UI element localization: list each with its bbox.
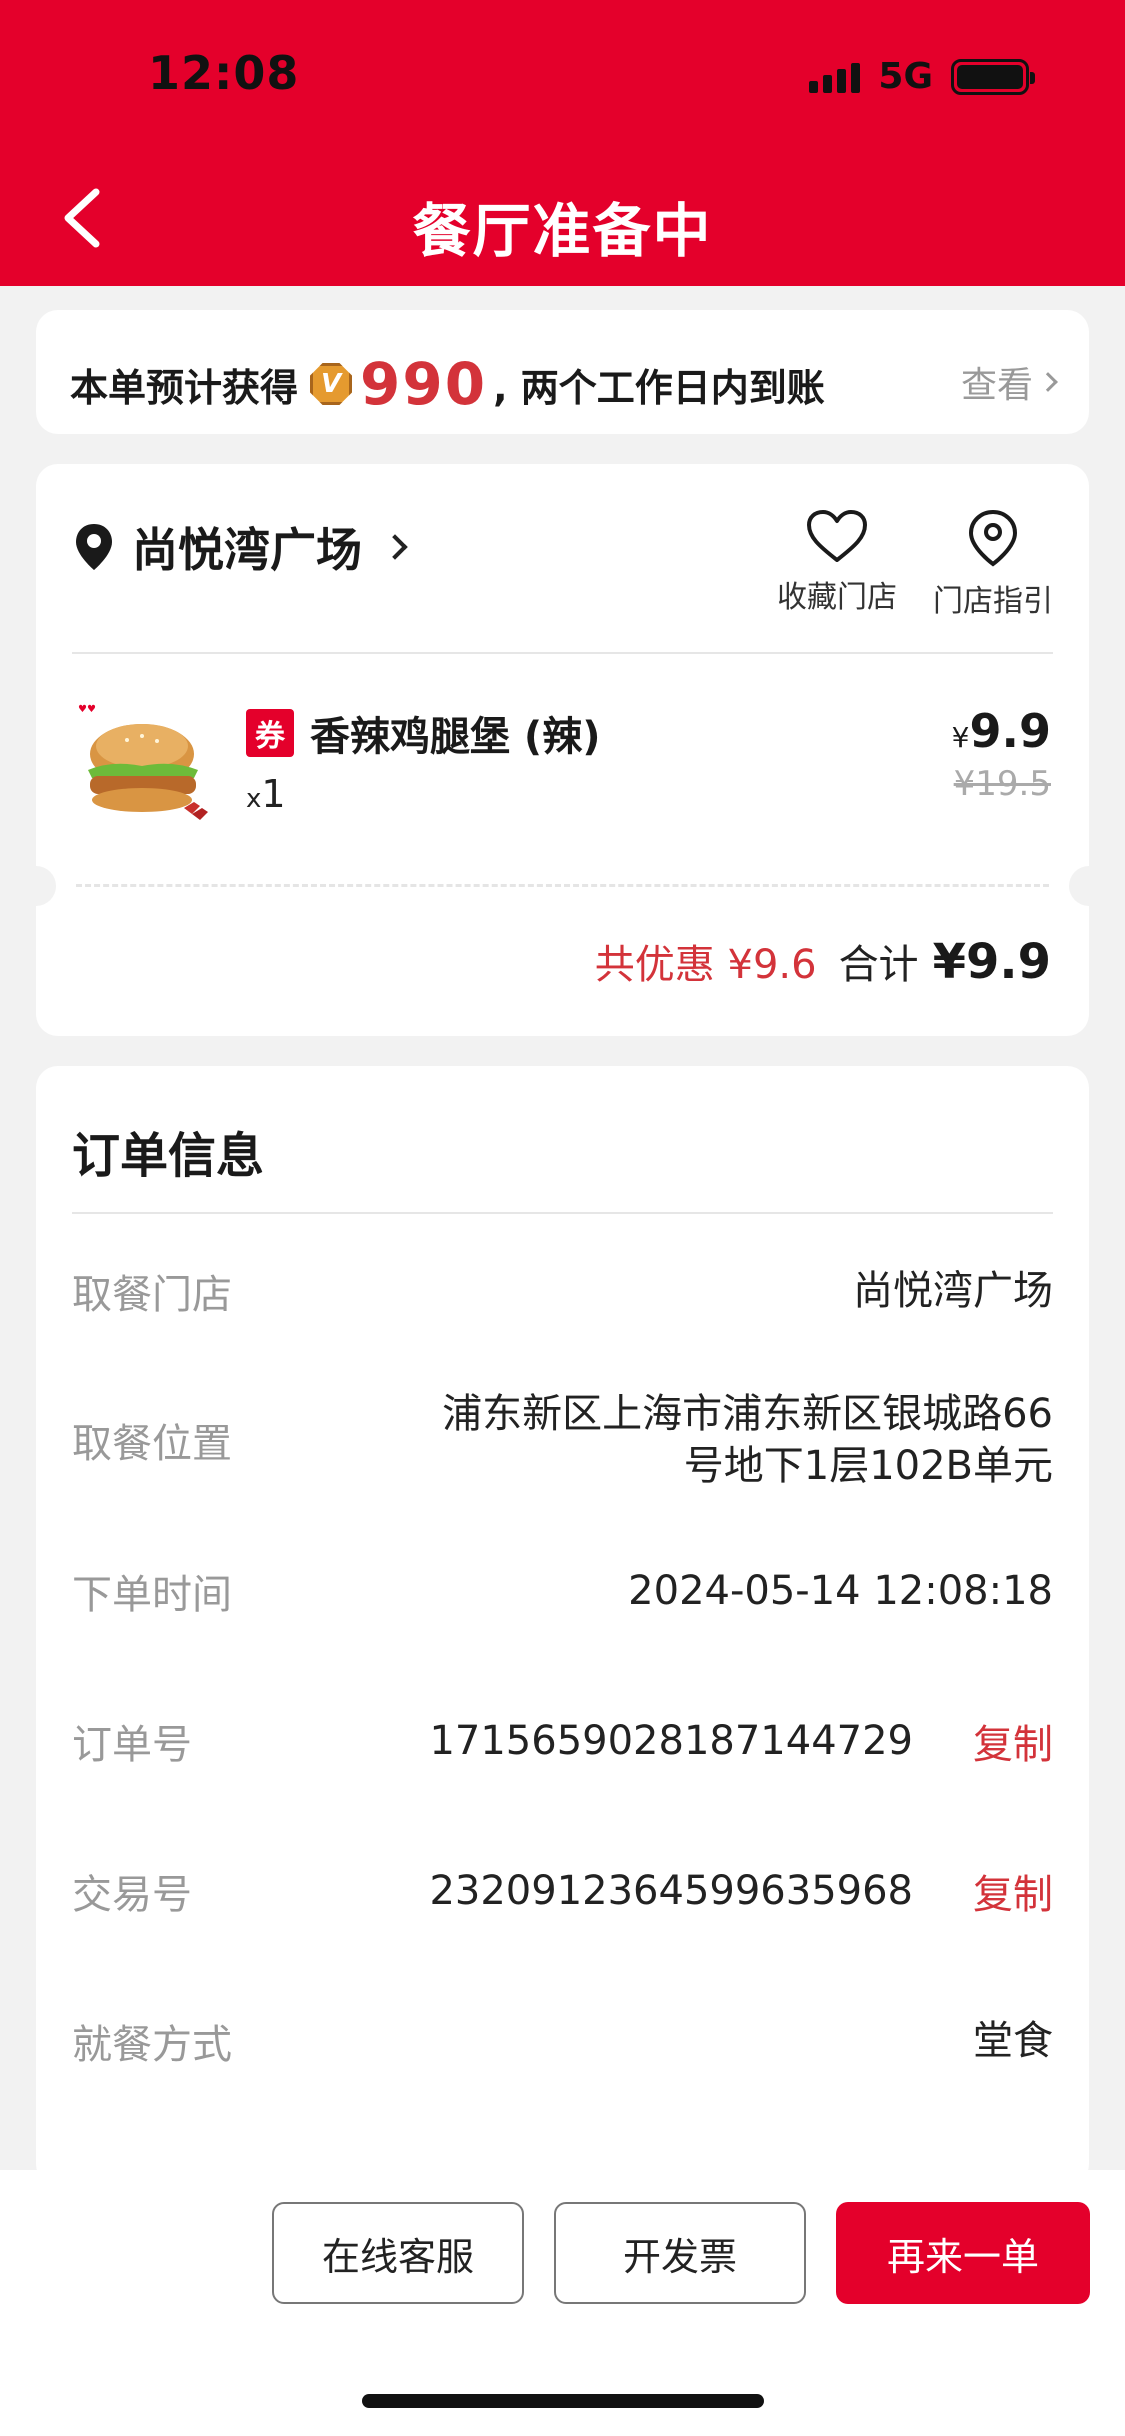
favorite-store-label: 收藏门店 bbox=[777, 580, 897, 615]
info-value: 堂食 bbox=[973, 2018, 1053, 2064]
ticket-notch bbox=[16, 866, 56, 906]
store-guide-button[interactable]: 门店指引 bbox=[933, 508, 1053, 620]
info-label: 下单时间 bbox=[72, 1572, 232, 1618]
order-summary-card: 尚悦湾广场 收藏门店 门店指引 ♥♥ 券 香辣鸡腿堡 (辣) x1 ¥9.9 ¥… bbox=[16, 464, 1109, 1036]
favorite-store-button[interactable]: 收藏门店 bbox=[777, 508, 897, 620]
info-value: 尚悦湾广场 bbox=[853, 1268, 1053, 1314]
store-actions: 收藏门店 门店指引 bbox=[777, 508, 1053, 620]
svg-text:♥♥: ♥♥ bbox=[78, 704, 96, 715]
top-header: 12:08 5G 餐厅准备中 bbox=[0, 0, 1125, 286]
coupon-badge: 券 bbox=[246, 709, 294, 757]
currency-symbol: ¥ bbox=[951, 721, 970, 754]
total-label: 合计 bbox=[838, 942, 919, 988]
view-points-label: 查看 bbox=[960, 365, 1033, 406]
info-value: 1715659028187144729 bbox=[429, 1718, 913, 1764]
price-value: 9.9 bbox=[969, 704, 1052, 758]
product-title: 券 香辣鸡腿堡 (辣) bbox=[246, 704, 601, 762]
points-value: 990 bbox=[360, 350, 488, 418]
ticket-notch bbox=[1069, 866, 1109, 906]
page-title: 餐厅准备中 bbox=[412, 197, 713, 265]
order-detail-page: 12:08 5G 餐厅准备中 本单预计获得 V 990 , 两个工作日内到账 查… bbox=[0, 0, 1125, 2436]
dashed-divider bbox=[76, 884, 1049, 887]
info-row-transaction-no: 交易号 2320912364599635968 复制 bbox=[72, 1862, 1053, 1920]
chevron-right-icon bbox=[382, 534, 408, 560]
discount-label: 共优惠 bbox=[594, 942, 715, 988]
discount-value: ¥9.6 bbox=[727, 942, 817, 988]
points-info: 本单预计获得 V 990 , 两个工作日内到账 bbox=[70, 350, 825, 418]
online-service-button[interactable]: 在线客服 bbox=[272, 2202, 524, 2304]
info-label: 就餐方式 bbox=[72, 2022, 232, 2068]
qty-prefix: x bbox=[246, 784, 262, 814]
product-quantity: x1 bbox=[246, 772, 286, 816]
reorder-button[interactable]: 再来一单 bbox=[836, 2202, 1090, 2304]
info-value: 浦东新区上海市浦东新区银城路66号地下1层102B单元 bbox=[442, 1391, 1053, 1489]
points-prefix: 本单预计获得 bbox=[70, 365, 299, 410]
invoice-button[interactable]: 开发票 bbox=[554, 2202, 806, 2304]
info-value: 2320912364599635968 bbox=[429, 1868, 913, 1914]
store-link[interactable]: 尚悦湾广场 bbox=[74, 514, 408, 580]
status-indicators: 5G bbox=[809, 56, 1035, 97]
battery-icon bbox=[951, 58, 1035, 95]
burger-image: ♥♥ bbox=[78, 704, 208, 820]
info-row-order-no: 订单号 1715659028187144729 复制 bbox=[72, 1712, 1053, 1770]
order-info-card: 订单信息 取餐门店 尚悦湾广场 取餐位置 浦东新区上海市浦东新区银城路66号地下… bbox=[36, 1066, 1089, 2186]
info-value: 2024-05-14 12:08:18 bbox=[628, 1568, 1053, 1614]
copy-order-no-button[interactable]: 复制 bbox=[973, 1712, 1053, 1770]
view-points-link[interactable]: 查看 bbox=[960, 356, 1058, 408]
discount-total: 共优惠 ¥9.6 bbox=[595, 932, 817, 990]
chevron-right-icon bbox=[1038, 372, 1058, 392]
product-price: ¥9.9 bbox=[952, 704, 1051, 758]
info-row-store: 取餐门店 尚悦湾广场 bbox=[72, 1262, 1053, 1320]
info-row-location: 取餐位置 浦东新区上海市浦东新区银城路66号地下1层102B单元 bbox=[72, 1388, 1053, 1492]
store-name: 尚悦湾广场 bbox=[132, 523, 362, 577]
copy-transaction-no-button[interactable]: 复制 bbox=[973, 1862, 1053, 1920]
original-price: ¥19.5 bbox=[953, 764, 1051, 804]
total-value: ¥9.9 bbox=[932, 934, 1051, 990]
divider bbox=[72, 1212, 1053, 1214]
network-type: 5G bbox=[878, 56, 933, 97]
v-coin-icon: V bbox=[310, 363, 353, 405]
info-row-dining-mode: 就餐方式 堂食 bbox=[72, 2012, 1053, 2070]
info-label: 交易号 bbox=[72, 1872, 192, 1918]
signal-icon bbox=[809, 61, 861, 93]
location-pin-icon bbox=[76, 524, 112, 570]
info-label: 取餐门店 bbox=[72, 1272, 232, 1318]
store-guide-label: 门店指引 bbox=[933, 584, 1053, 619]
points-suffix: , 两个工作日内到账 bbox=[493, 365, 825, 410]
points-card: 本单预计获得 V 990 , 两个工作日内到账 查看 bbox=[36, 310, 1089, 434]
info-row-order-time: 下单时间 2024-05-14 12:08:18 bbox=[72, 1562, 1053, 1620]
divider bbox=[72, 652, 1053, 654]
qty-value: 1 bbox=[261, 772, 286, 816]
location-outline-icon bbox=[968, 509, 1018, 567]
home-indicator bbox=[362, 2394, 764, 2408]
order-totals: 共优惠 ¥9.6 合计 ¥9.9 bbox=[595, 932, 1051, 990]
product-name: 香辣鸡腿堡 (辣) bbox=[310, 714, 601, 760]
heart-icon bbox=[807, 510, 867, 562]
order-info-title: 订单信息 bbox=[72, 1128, 265, 1184]
info-label: 订单号 bbox=[72, 1722, 192, 1768]
status-time: 12:08 bbox=[148, 46, 300, 100]
info-label: 取餐位置 bbox=[72, 1421, 232, 1467]
